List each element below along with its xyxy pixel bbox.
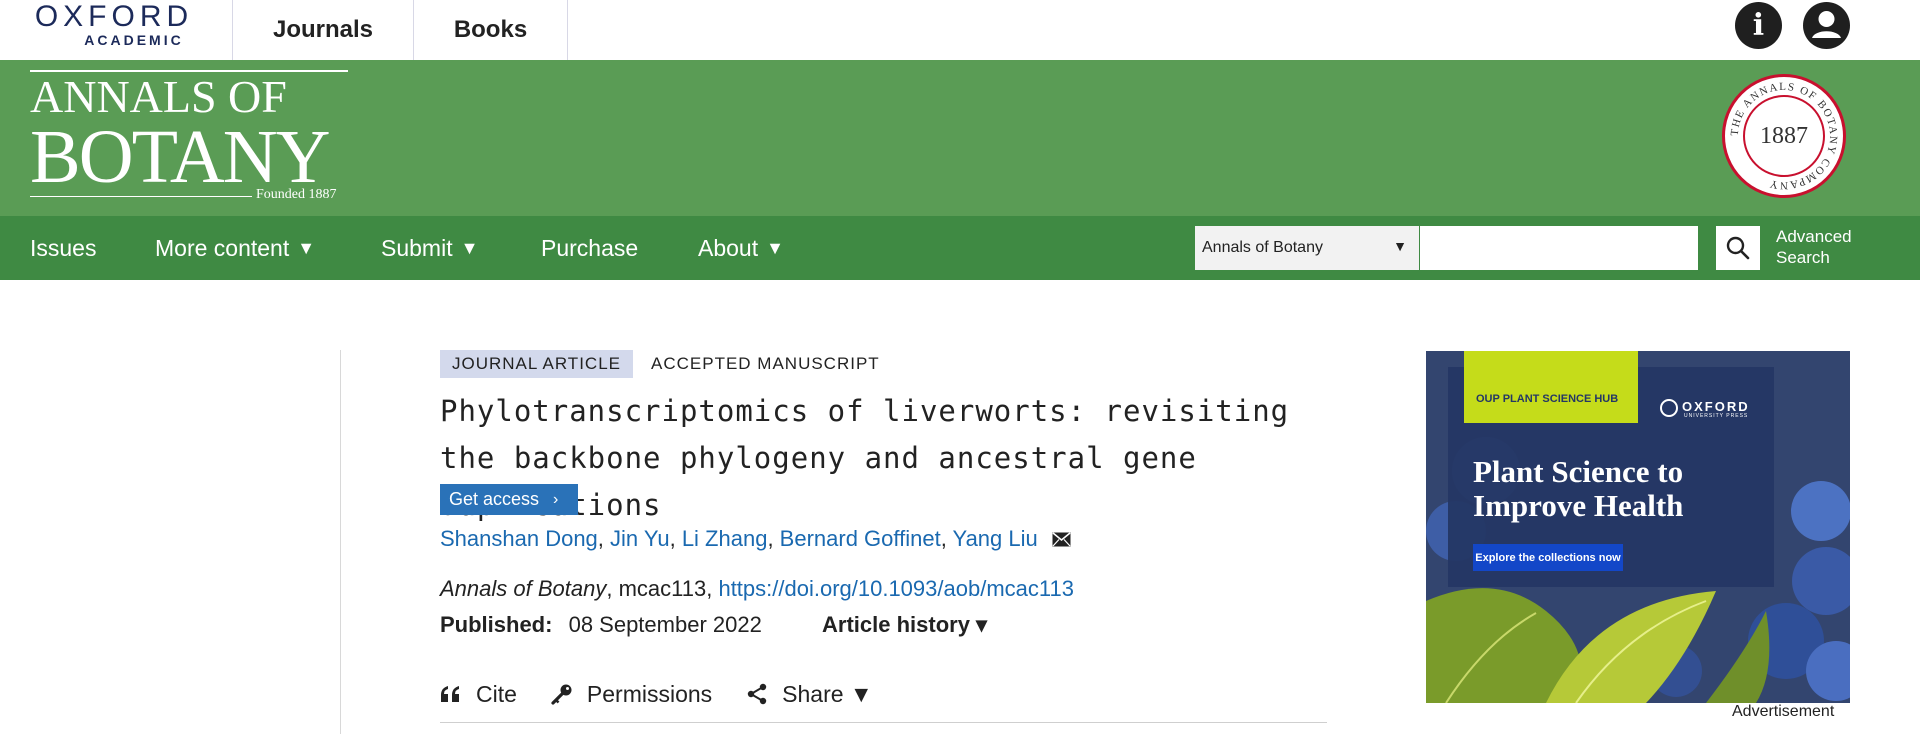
- ad-cta-button[interactable]: Explore the collections now: [1473, 544, 1623, 571]
- nav-issues[interactable]: Issues: [30, 216, 96, 280]
- author-separator: ,: [767, 526, 780, 551]
- annals-of-botany-logo[interactable]: ANNALS OF BOTANY Founded 1887: [30, 70, 348, 202]
- article-tags: JOURNAL ARTICLE ACCEPTED MANUSCRIPT: [440, 350, 880, 378]
- author-list: Shanshan Dong, Jin Yu, Li Zhang, Bernard…: [440, 526, 1071, 553]
- author-link[interactable]: Yang Liu: [953, 526, 1038, 551]
- author-separator: ,: [597, 526, 611, 551]
- caret-down-icon: ▼: [1393, 238, 1407, 254]
- citation-journal: Annals of Botany: [440, 576, 607, 601]
- logo-founded: Founded 1887: [256, 187, 337, 202]
- share-button[interactable]: Share ▼: [746, 681, 873, 708]
- caret-down-icon: ▼: [766, 237, 784, 258]
- get-access-label: Get access: [449, 489, 540, 509]
- search-scope-value: Annals of Botany: [1202, 239, 1323, 256]
- nav-submit[interactable]: Submit ▼: [381, 216, 478, 280]
- caret-down-icon: ▼: [460, 237, 479, 258]
- chevron-right-icon: ›: [553, 490, 559, 508]
- nav-submit-label: Submit: [381, 234, 453, 261]
- published-line: Published: 08 September 2022: [440, 612, 762, 638]
- citation-article-id: mcac113: [618, 576, 707, 601]
- author-separator: ,: [669, 526, 682, 551]
- journal-nav-bar: Issues More content ▼ Submit ▼ Purchase …: [0, 216, 1920, 280]
- author-link[interactable]: Shanshan Dong: [440, 526, 598, 551]
- nav-purchase[interactable]: Purchase: [541, 216, 638, 280]
- oxford-academic-logo[interactable]: OXFORD ACADEMIC: [29, 2, 199, 52]
- logo-sub-text: ACADEMIC: [84, 32, 184, 48]
- quote-icon: [441, 686, 459, 702]
- nav-more-content-label: More content: [155, 234, 290, 261]
- author-link[interactable]: Jin Yu: [610, 526, 670, 551]
- top-nav: Journals Books: [232, 0, 568, 60]
- society-seal-logo: THE ANNALS OF BOTANY COMPANY 1887: [1722, 74, 1846, 198]
- citation-separator: ,: [606, 576, 619, 601]
- nav-purchase-label: Purchase: [541, 234, 639, 261]
- doi-link[interactable]: https://doi.org/10.1093/aob/mcac113: [718, 576, 1074, 601]
- article-status-badge: ACCEPTED MANUSCRIPT: [651, 354, 880, 373]
- share-icon: [747, 683, 767, 705]
- nav-more-content[interactable]: More content ▼: [155, 216, 315, 280]
- logo-main-text: OXFORD: [34, 0, 194, 33]
- logo-line-2: BOTANY: [30, 115, 331, 199]
- ad-publisher-sub: UNIVERSITY PRESS: [1684, 413, 1749, 419]
- nav-books[interactable]: Books: [413, 0, 568, 60]
- oup-logo-icon: [1660, 399, 1678, 417]
- article-type-badge: JOURNAL ARTICLE: [440, 350, 633, 378]
- cite-label: Cite: [476, 680, 517, 707]
- author-link[interactable]: Li Zhang: [682, 526, 768, 551]
- get-access-button[interactable]: Get access ›: [440, 484, 578, 515]
- search-input[interactable]: [1420, 226, 1698, 270]
- info-icon[interactable]: i: [1735, 2, 1782, 49]
- advertisement-label: Advertisement: [1732, 703, 1835, 720]
- article-tools: Cite Permissions Share ▼: [440, 676, 907, 712]
- nav-about[interactable]: About ▼: [698, 216, 784, 280]
- ad-headline: Plant Science to Improve Health: [1473, 454, 1684, 523]
- search-scope-select[interactable]: Annals of Botany ▼: [1195, 226, 1419, 270]
- top-bar: OXFORD ACADEMIC Journals Books i: [0, 0, 1920, 60]
- published-date: 08 September 2022: [568, 612, 762, 637]
- advertisement-banner[interactable]: OUP PLANT SCIENCE HUB OXFORD UNIVERSITY …: [1426, 351, 1850, 703]
- article-divider: [440, 722, 1327, 723]
- permissions-button[interactable]: Permissions: [551, 681, 712, 708]
- key-icon: [551, 684, 572, 705]
- citation-line: Annals of Botany, mcac113, https://doi.o…: [440, 576, 1074, 602]
- published-label: Published:: [440, 612, 553, 637]
- article-history-toggle[interactable]: Article history ▾: [822, 612, 987, 638]
- search-button[interactable]: [1716, 226, 1760, 270]
- seal-year: 1887: [1743, 95, 1825, 177]
- nav-journals[interactable]: Journals: [232, 0, 413, 60]
- user-icon[interactable]: [1803, 2, 1850, 49]
- permissions-label: Permissions: [586, 680, 713, 707]
- ad-publisher: OXFORD: [1682, 399, 1750, 414]
- advanced-search-link[interactable]: Advanced Search: [1776, 226, 1866, 268]
- share-label: Share ▼: [782, 680, 873, 707]
- nav-about-label: About: [698, 234, 759, 261]
- sidebar-divider: [340, 350, 341, 734]
- nav-issues-label: Issues: [30, 234, 97, 261]
- logo-rule: [30, 196, 252, 197]
- envelope-icon[interactable]: [1052, 527, 1071, 553]
- caret-down-icon: ▼: [297, 237, 316, 258]
- journal-banner: ANNALS OF BOTANY Founded 1887 THE ANNALS…: [0, 60, 1920, 216]
- citation-separator: ,: [706, 576, 719, 601]
- author-link[interactable]: Bernard Goffinet: [780, 526, 941, 551]
- search-icon: [1726, 236, 1750, 260]
- ad-hub-label: OUP PLANT SCIENCE HUB: [1464, 351, 1638, 423]
- cite-button[interactable]: Cite: [440, 681, 517, 708]
- author-separator: ,: [940, 526, 953, 551]
